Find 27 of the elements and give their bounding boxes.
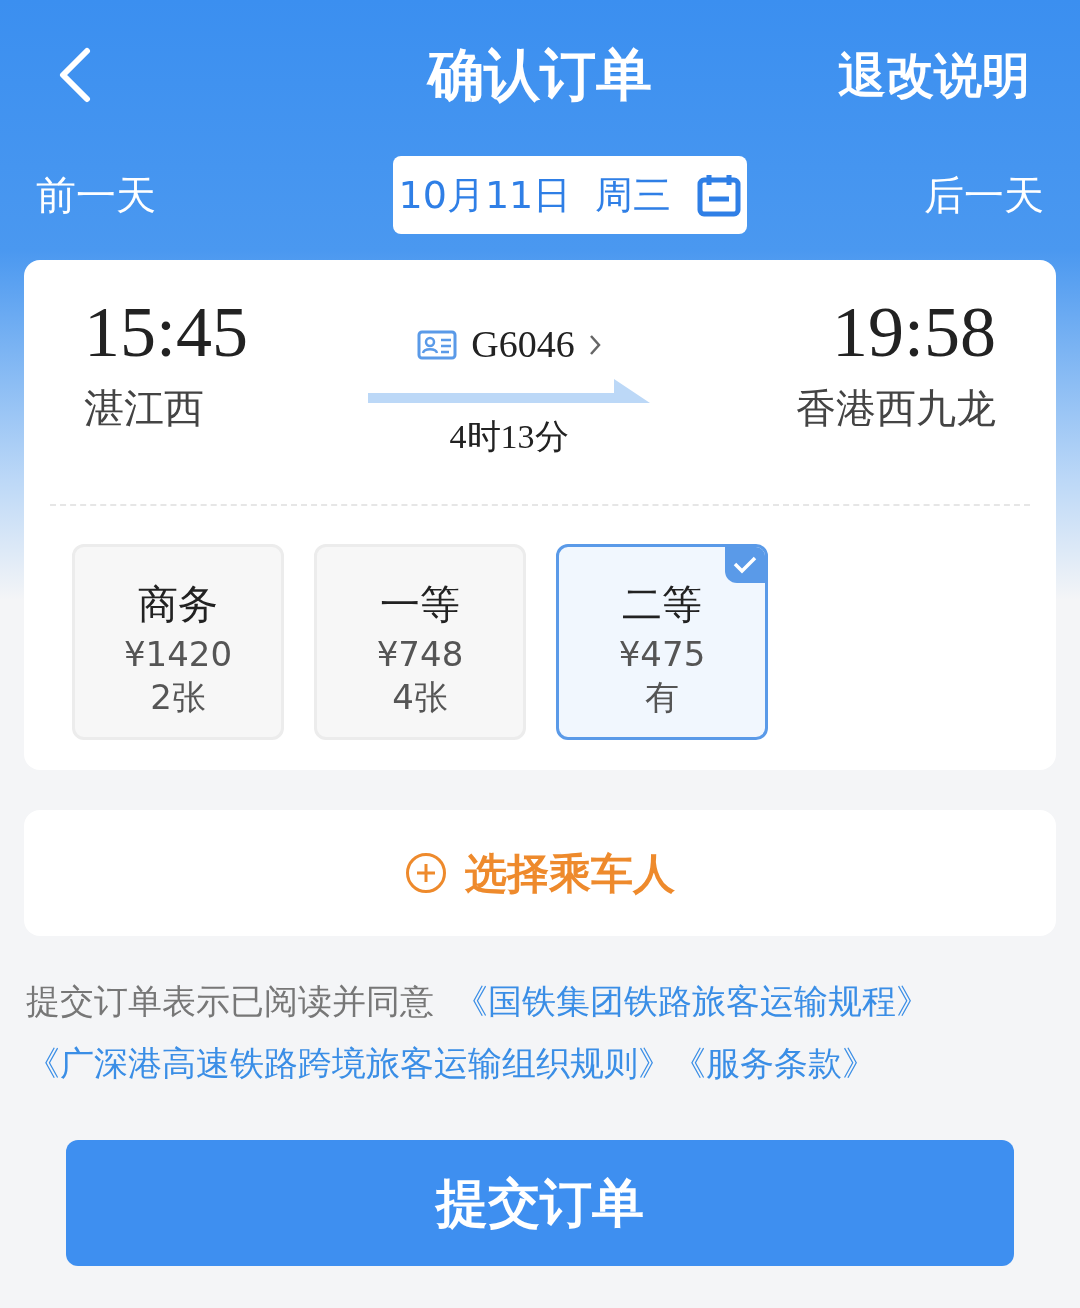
arrival-time: 19:58	[832, 296, 996, 368]
departure-station: 湛江西	[84, 384, 205, 433]
terms-link[interactable]: 《广深港高速铁路跨境旅客运输组织规则》	[26, 1032, 672, 1094]
next-day-button[interactable]: 后一天	[924, 165, 1044, 225]
select-passenger-button[interactable]: 选择乘车人	[24, 810, 1056, 936]
seat-class-option[interactable]: 商务 ¥1420 2张	[72, 544, 284, 740]
chevron-right-icon	[588, 333, 601, 356]
id-card-icon	[417, 329, 458, 360]
seat-class-option[interactable]: 二等 ¥475 有	[556, 544, 768, 740]
terms-link[interactable]: 《国铁集团铁路旅客运输规程》	[454, 970, 930, 1032]
terms-link[interactable]: 《服务条款》	[672, 1032, 876, 1094]
back-icon	[57, 47, 93, 103]
plus-circle-icon	[405, 852, 447, 894]
arrival-station: 香港西九龙	[796, 384, 996, 433]
check-icon	[725, 547, 765, 583]
travel-duration: 4时13分	[449, 417, 569, 457]
refund-rules-link[interactable]: 退改说明	[838, 39, 1030, 111]
page-title: 确认订单	[428, 41, 652, 109]
train-number-link[interactable]: G6046	[417, 316, 601, 373]
submit-order-button[interactable]: 提交订单	[66, 1140, 1014, 1266]
previous-day-button[interactable]: 前一天	[36, 165, 156, 225]
seat-class-option[interactable]: 一等 ¥748 4张	[314, 544, 526, 740]
agreement-text: 提交订单表示已阅读并同意	[26, 980, 434, 1023]
departure-time: 15:45	[84, 296, 249, 368]
direction-arrow-icon	[368, 377, 650, 403]
date-picker[interactable]: 10月11日 周三	[393, 156, 747, 234]
calendar-icon	[697, 173, 742, 217]
